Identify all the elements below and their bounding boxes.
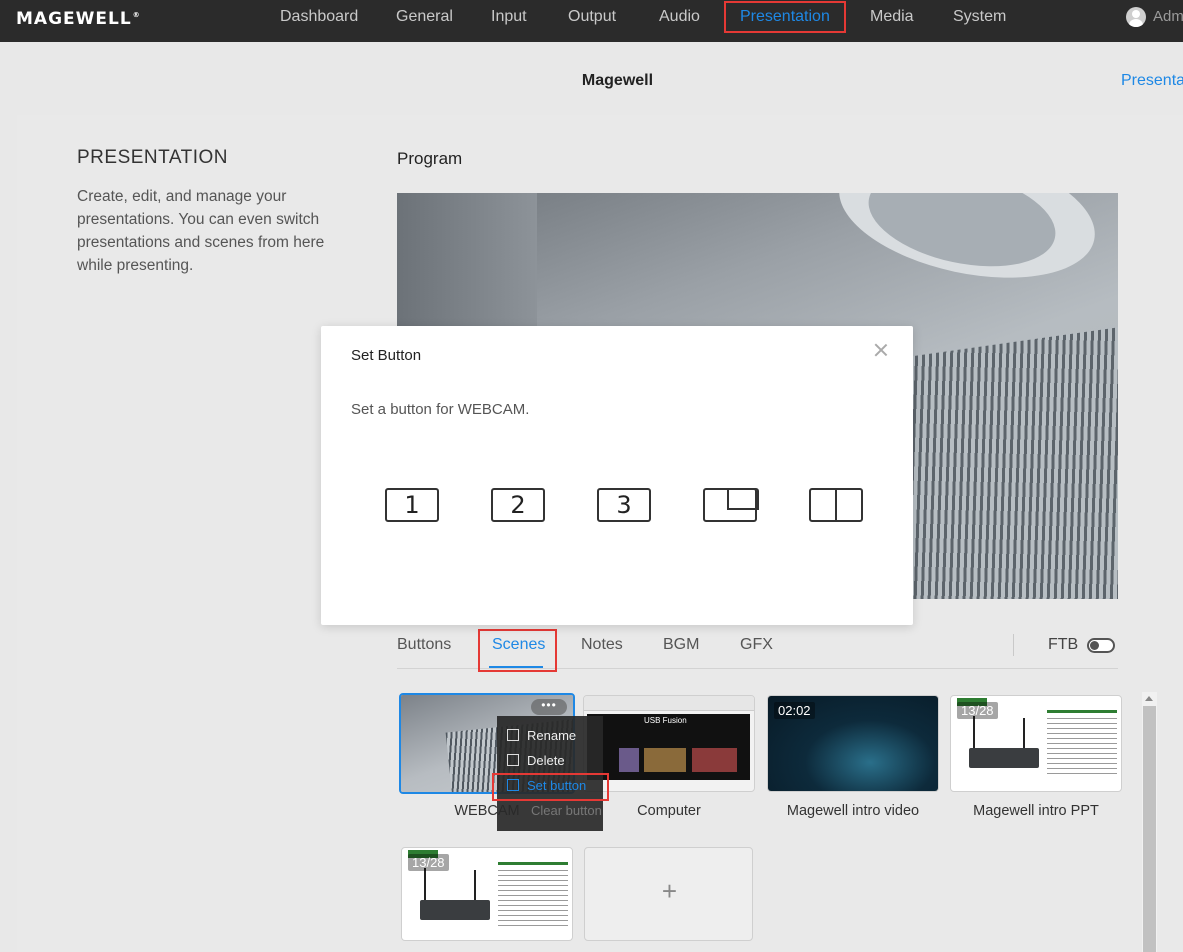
plus-icon: + bbox=[661, 876, 678, 906]
magewell-logo[interactable]: MAGEWELL® bbox=[16, 9, 141, 29]
button-option-split-icon[interactable] bbox=[809, 488, 863, 522]
duration-badge: 02:02 bbox=[774, 702, 815, 719]
dialog-message: Set a button for WEBCAM. bbox=[351, 401, 530, 418]
scrollbar-thumb[interactable] bbox=[1143, 706, 1156, 952]
nav-dashboard[interactable]: Dashboard bbox=[280, 7, 358, 27]
scene-name: Magewell intro video bbox=[786, 803, 920, 819]
ftb-label: FTB bbox=[1048, 636, 1079, 653]
set-button-dialog: Set Button Set a button for WEBCAM. 1 2 … bbox=[321, 326, 913, 625]
button-option-1[interactable]: 1 bbox=[385, 488, 439, 522]
nav-output[interactable]: Output bbox=[568, 7, 616, 27]
ftb-toggle[interactable] bbox=[1087, 638, 1115, 653]
tab-gfx[interactable]: GFX bbox=[740, 636, 773, 654]
button-option-2[interactable]: 2 bbox=[491, 488, 545, 522]
tab-bgm[interactable]: BGM bbox=[663, 636, 699, 654]
scene-card-ppt[interactable]: 13/28 bbox=[950, 695, 1122, 792]
nav-input[interactable]: Input bbox=[491, 7, 527, 27]
button-option-pip-icon[interactable] bbox=[703, 488, 759, 522]
menu-clear-button: Clear button bbox=[531, 803, 602, 818]
nav-audio[interactable]: Audio bbox=[659, 7, 700, 27]
presentation-link[interactable]: Presenta bbox=[1121, 72, 1183, 90]
program-label: Program bbox=[397, 149, 463, 168]
scenes-tab-highlight bbox=[478, 629, 557, 672]
add-scene-button[interactable]: + bbox=[584, 847, 753, 941]
set-button-highlight bbox=[492, 773, 609, 801]
pencil-icon bbox=[507, 729, 519, 741]
page-badge: 13/28 bbox=[957, 702, 998, 719]
top-nav: MAGEWELL® Dashboard General Input Output… bbox=[0, 0, 1183, 42]
scene-name: Magewell intro PPT bbox=[973, 803, 1099, 819]
scene-card-ppt-2[interactable]: 13/28 bbox=[401, 847, 573, 941]
nav-general[interactable]: General bbox=[396, 7, 453, 27]
user-name[interactable]: Adm bbox=[1153, 8, 1183, 25]
page-badge: 13/28 bbox=[408, 854, 449, 871]
scene-card-video[interactable]: 02:02 bbox=[767, 695, 939, 792]
tab-buttons[interactable]: Buttons bbox=[397, 636, 451, 654]
nav-media[interactable]: Media bbox=[870, 7, 914, 27]
ftb-separator bbox=[1013, 634, 1014, 656]
more-options-icon[interactable]: ••• bbox=[531, 699, 567, 715]
menu-rename[interactable]: Rename bbox=[507, 728, 576, 743]
nav-presentation[interactable]: Presentation bbox=[724, 1, 846, 33]
section-title: PRESENTATION bbox=[77, 147, 228, 168]
device-name: Magewell bbox=[581, 72, 654, 89]
button-option-3[interactable]: 3 bbox=[597, 488, 651, 522]
section-description: Create, edit, and manage your presentati… bbox=[77, 188, 325, 274]
menu-delete[interactable]: Delete bbox=[507, 753, 565, 768]
thumb-caption: USB Fusion bbox=[644, 716, 687, 725]
sub-header: Magewell Presenta bbox=[0, 42, 1183, 115]
tab-notes[interactable]: Notes bbox=[581, 636, 623, 654]
scroll-up-arrow-icon[interactable] bbox=[1142, 692, 1157, 706]
scene-name: Computer bbox=[637, 803, 701, 819]
nav-system[interactable]: System bbox=[953, 7, 1006, 27]
dialog-title: Set Button bbox=[351, 347, 422, 364]
close-icon[interactable] bbox=[873, 342, 889, 358]
user-avatar-icon[interactable] bbox=[1126, 7, 1146, 27]
trash-icon bbox=[507, 754, 519, 766]
